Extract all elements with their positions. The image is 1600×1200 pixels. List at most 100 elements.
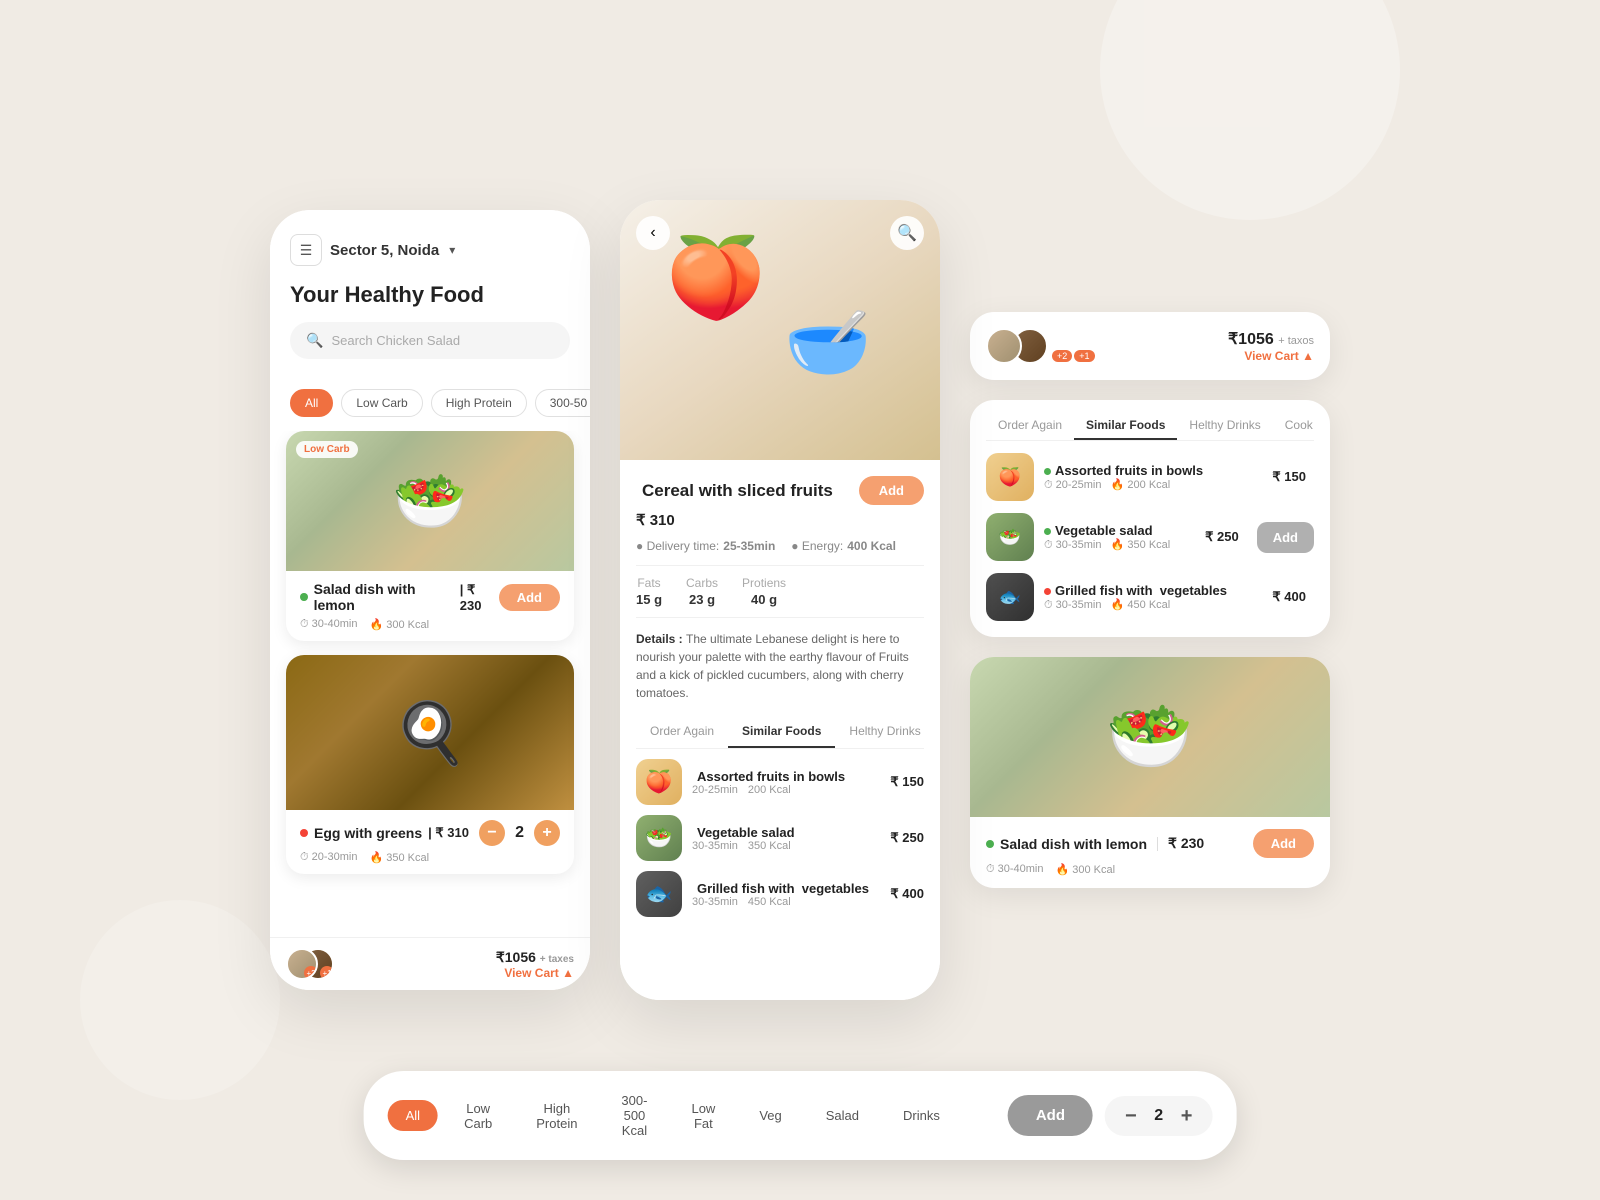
- detail-description: Details : The ultimate Lebanese delight …: [636, 630, 924, 702]
- tab-similar-foods[interactable]: Similar Foods: [728, 716, 835, 748]
- cart-taxes: + taxes: [540, 954, 574, 965]
- food-calories-salad: 🔥 300 Kcal: [370, 618, 430, 631]
- left-phone: ☰ Sector 5, Noida ▾ Your Healthy Food 🔍 …: [270, 210, 590, 990]
- cart-top-avatars: +2 +1: [986, 328, 1095, 364]
- food-image-salad: Low Carb: [286, 431, 574, 571]
- food-meta-egg: ⏱ 20-30min 🔥 350 Kcal: [300, 851, 560, 864]
- bottom-filter-salad[interactable]: Salad: [808, 1100, 877, 1131]
- detail-add-button[interactable]: Add: [859, 476, 924, 505]
- right-similar-name-1: Assorted fruits in bowls: [1044, 463, 1262, 478]
- food-price-egg: | ₹ 310: [428, 825, 469, 841]
- right-thumb-3: 🐟: [986, 573, 1034, 621]
- tab-cook[interactable]: Cook: [935, 716, 940, 748]
- food-item-egg: Egg with greens | ₹ 310 − 2 + ⏱ 20-30min…: [286, 655, 574, 874]
- right-similar-item-1: 🍑 Assorted fruits in bowls ⏱ 20-25min 🔥 …: [986, 453, 1314, 501]
- detail-name-row: Cereal with sliced fruits Add: [636, 476, 924, 505]
- food-tag-badge: Low Carb: [296, 441, 358, 458]
- search-bar: 🔍 Search Chicken Salad: [290, 322, 570, 359]
- food-detail-image: ‹ 🔍: [620, 200, 940, 460]
- right-thumb-1: 🍑: [986, 453, 1034, 501]
- filter-all[interactable]: All: [290, 389, 333, 417]
- right-tab-drinks[interactable]: Helthy Drinks: [1177, 412, 1272, 440]
- nutrition-carbs: Carbs 23 g: [686, 576, 718, 607]
- similar-meta-1: 20-25min200 Kcal: [692, 784, 880, 796]
- right-similar-item-2: 🥗 Vegetable salad ⏱ 30-35min 🔥 350 Kcal …: [986, 513, 1314, 561]
- location-text: Sector 5, Noida: [330, 242, 439, 259]
- food-item-salad: Low Carb Salad dish with lemon | ₹ 230 A…: [286, 431, 574, 641]
- bottom-filter-veg[interactable]: Veg: [741, 1100, 799, 1131]
- bottom-filter-high-protein[interactable]: High Protein: [518, 1093, 595, 1139]
- bottom-food-name: Salad dish with lemon ₹ 230: [986, 835, 1204, 852]
- cart-badge-right: +2: [1052, 350, 1072, 362]
- search-icon: 🔍: [306, 332, 323, 349]
- filter-tags: All Low Carb High Protein 300-50: [270, 375, 590, 431]
- right-similar-info-3: Grilled fish with vegetables ⏱ 30-35min …: [1044, 583, 1262, 612]
- right-similar-meta-2: ⏱ 30-35min 🔥 350 Kcal: [1044, 538, 1195, 552]
- bottom-food-info: Salad dish with lemon ₹ 230 Add ⏱ 30-40m…: [970, 817, 1330, 888]
- food-info-salad: Salad dish with lemon | ₹ 230 Add ⏱ 30-4…: [286, 571, 574, 641]
- right-tabs-card: Order Again Similar Foods Helthy Drinks …: [970, 400, 1330, 637]
- menu-icon[interactable]: ☰: [290, 234, 322, 266]
- view-cart-btn-right[interactable]: View Cart ▲: [1228, 349, 1314, 363]
- bottom-filter-all[interactable]: All: [388, 1100, 438, 1131]
- view-cart-link[interactable]: View Cart ▲: [504, 966, 574, 980]
- food-image-egg: [286, 655, 574, 810]
- bottom-qty-minus[interactable]: −: [1125, 1106, 1137, 1126]
- similar-name-1: Assorted fruits in bowls: [692, 769, 880, 784]
- carbs-label: Carbs: [686, 576, 718, 590]
- detail-content: Cereal with sliced fruits Add ₹ 310 ● De…: [620, 460, 940, 1000]
- similar-name-3: Grilled fish with vegetables: [692, 881, 880, 896]
- right-panel: +2 +1 ₹1056 + taxos View Cart ▲ Order Ag…: [970, 312, 1330, 888]
- right-similar-meta-3: ⏱ 30-35min 🔥 450 Kcal: [1044, 598, 1262, 612]
- nutrition-row: Fats 15 g Carbs 23 g Protiens 40 g: [636, 565, 924, 618]
- qty-plus-button[interactable]: +: [534, 820, 560, 846]
- status-dot-red: [300, 829, 308, 837]
- bottom-filter-300-500[interactable]: 300-500 Kcal: [603, 1085, 665, 1146]
- middle-tabs-row: Order Again Similar Foods Helthy Drinks …: [636, 716, 924, 749]
- bottom-bar: All Low Carb High Protein 300-500 Kcal L…: [364, 1071, 1237, 1160]
- similar-price-2: ₹ 250: [890, 830, 924, 846]
- search-button[interactable]: 🔍: [890, 216, 924, 250]
- food-name-row: Salad dish with lemon | ₹ 230 Add: [300, 581, 560, 613]
- detail-meta: ● Delivery time: 25-35min ● Energy: 400 …: [636, 539, 924, 553]
- similar-price-1: ₹ 150: [890, 774, 924, 790]
- food-time-salad: ⏱ 30-40min: [300, 618, 358, 631]
- bottom-filter-low-carb[interactable]: Low Carb: [446, 1093, 510, 1139]
- tab-order-again[interactable]: Order Again: [636, 716, 728, 748]
- back-button[interactable]: ‹: [636, 216, 670, 250]
- proteins-label: Protiens: [742, 576, 786, 590]
- similar-meta-2: 30-35min350 Kcal: [692, 840, 880, 852]
- bottom-food-time: ⏱ 30-40min: [986, 863, 1044, 876]
- right-tab-similar[interactable]: Similar Foods: [1074, 412, 1177, 440]
- bottom-add-button[interactable]: Add: [1008, 1095, 1093, 1136]
- right-similar-info-1: Assorted fruits in bowls ⏱ 20-25min 🔥 20…: [1044, 463, 1262, 492]
- right-tab-cook[interactable]: Cook: [1273, 412, 1325, 440]
- right-tab-order-again[interactable]: Order Again: [986, 412, 1074, 440]
- right-add-btn-2[interactable]: Add: [1257, 522, 1314, 553]
- cart-avatar-1: +2: [286, 948, 318, 980]
- food-calories-egg: 🔥 350 Kcal: [370, 851, 430, 864]
- bottom-filter-low-fat[interactable]: Low Fat: [673, 1093, 733, 1139]
- fats-label: Fats: [637, 576, 660, 590]
- bottom-filter-drinks[interactable]: Drinks: [885, 1100, 958, 1131]
- detail-food-name: Cereal with sliced fruits: [636, 481, 833, 501]
- similar-info-1: Assorted fruits in bowls 20-25min200 Kca…: [692, 769, 880, 796]
- bottom-add-btn[interactable]: Add: [1253, 829, 1314, 858]
- similar-thumb-1: 🍑: [636, 759, 682, 805]
- filter-high-protein[interactable]: High Protein: [431, 389, 527, 417]
- cart-total: ₹1056 + taxes View Cart ▲: [496, 949, 574, 980]
- right-similar-name-2: Vegetable salad: [1044, 523, 1195, 538]
- add-button-salad[interactable]: Add: [499, 584, 560, 611]
- food-meta-salad: ⏱ 30-40min 🔥 300 Kcal: [300, 618, 560, 631]
- cart-total-amount-right: ₹1056 + taxos: [1228, 329, 1314, 349]
- bottom-action-group: Add − 2 +: [1008, 1095, 1213, 1136]
- bottom-food-meta: ⏱ 30-40min 🔥 300 Kcal: [986, 863, 1314, 876]
- tab-healthy-drinks[interactable]: Helthy Drinks: [835, 716, 934, 748]
- bottom-qty-plus[interactable]: +: [1181, 1106, 1193, 1126]
- right-similar-price-1: ₹ 150: [1272, 469, 1306, 485]
- search-input[interactable]: Search Chicken Salad: [331, 333, 460, 348]
- filter-calories[interactable]: 300-50: [535, 389, 590, 417]
- similar-info-2: Vegetable salad 30-35min350 Kcal: [692, 825, 880, 852]
- qty-minus-button[interactable]: −: [479, 820, 505, 846]
- filter-low-carb[interactable]: Low Carb: [341, 389, 422, 417]
